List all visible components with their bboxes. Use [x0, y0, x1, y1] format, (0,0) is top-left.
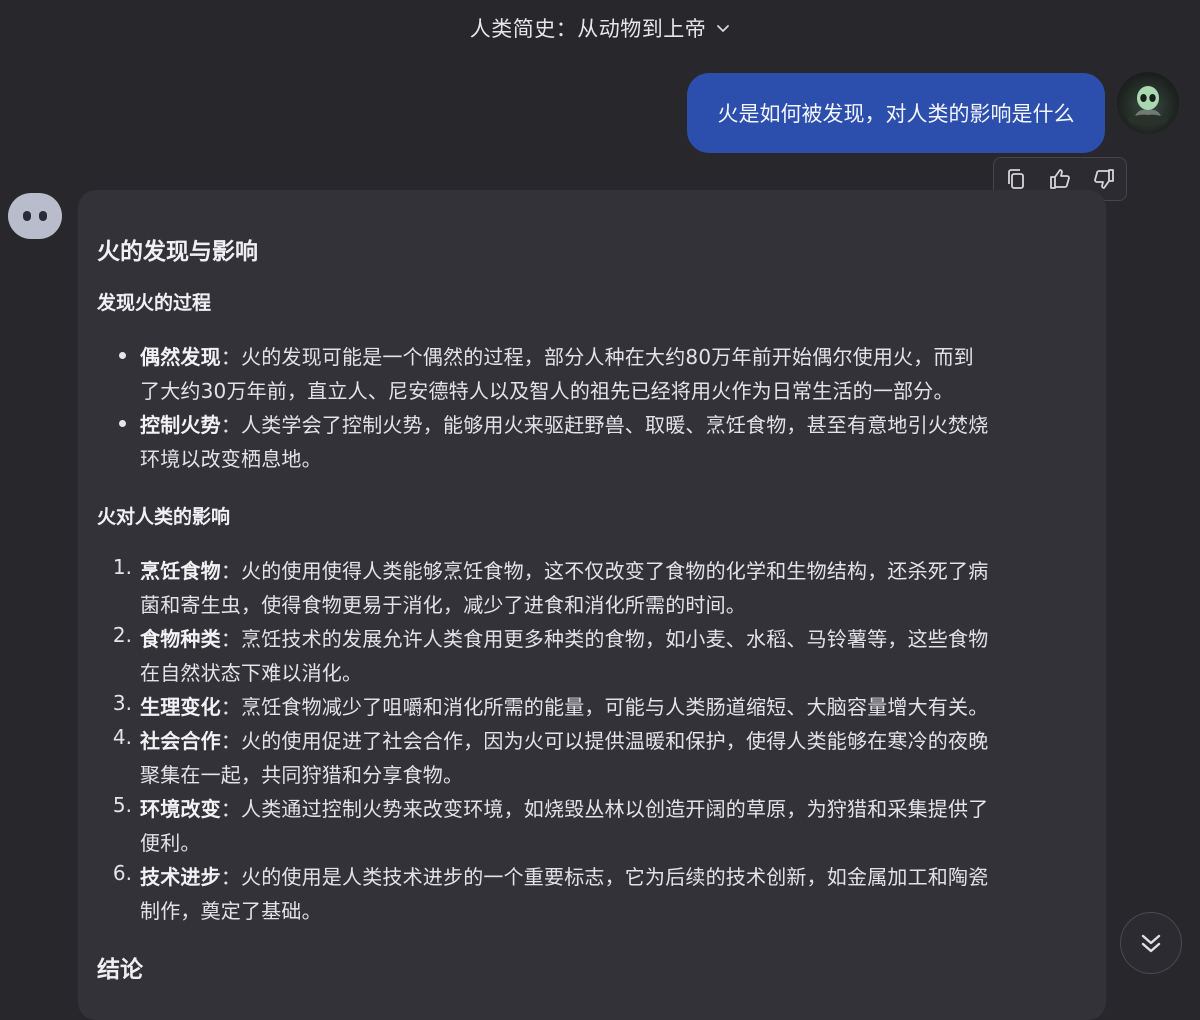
assistant-avatar [8, 193, 62, 239]
avatar-eye-left [23, 211, 31, 221]
item-text: ：人类通过控制火势来改变环境，如烧毁丛林以创造开阔的草原，为狩猎和采集提供了 [220, 797, 989, 821]
bullet-term: 控制火势 [140, 413, 221, 437]
alien-avatar-icon [1128, 86, 1168, 126]
item-text-cont: 便利。 [140, 831, 201, 855]
thumbs-down-button[interactable] [1089, 164, 1119, 194]
bullet-text: ：人类学会了控制火势，能够用火来驱赶野兽、取暖、烹饪食物，甚至有意地引火焚烧 [220, 413, 989, 437]
list-item: 偶然发现：火的发现可能是一个偶然的过程，部分人种在大约80万年前开始偶尔使用火，… [140, 341, 974, 370]
list-item: 生理变化：烹饪食物减少了咀嚼和消化所需的能量，可能与人类肠道缩短、大脑容量增大有… [140, 691, 988, 720]
list-number: 1. [112, 555, 132, 579]
conversation-title-dropdown[interactable]: 人类简史：从动物到上帝 [470, 13, 731, 43]
section-heading-conclusion: 结论 [97, 957, 143, 983]
bullet-text-cont: 环境以改变栖息地。 [140, 447, 322, 471]
list-item: 环境改变：人类通过控制火势来改变环境，如烧毁丛林以创造开阔的草原，为狩猎和采集提… [140, 793, 988, 822]
copy-icon [1008, 169, 1024, 189]
thumbs-up-icon [1050, 169, 1070, 189]
answer-title: 火的发现与影响 [97, 239, 258, 265]
list-item: 技术进步：火的使用是人类技术进步的一个重要标志，它为后续的技术创新，如金属加工和… [140, 861, 988, 890]
scroll-to-bottom-button[interactable] [1120, 912, 1182, 974]
thumbs-down-icon [1094, 169, 1114, 189]
list-item: 食物种类：烹饪技术的发展允许人类食用更多种类的食物，如小麦、水稻、马铃薯等，这些… [140, 623, 988, 652]
item-text: ：火的使用是人类技术进步的一个重要标志，它为后续的技术创新，如金属加工和陶瓷 [220, 865, 989, 889]
double-chevron-down-icon [1141, 934, 1161, 953]
list-number: 5. [112, 793, 132, 817]
list-number: 4. [112, 725, 132, 749]
conversation-title: 人类简史：从动物到上帝 [469, 17, 707, 41]
user-message-bubble: 火是如何被发现，对人类的影响是什么 [687, 73, 1105, 153]
item-text-cont: 聚集在一起，共同狩猎和分享食物。 [140, 763, 464, 787]
item-text: ：火的使用使得人类能够烹饪食物，这不仅改变了食物的化学和生物结构，还杀死了病 [220, 559, 989, 583]
item-term: 社会合作 [140, 729, 221, 753]
bullet-text-cont: 了大约30万年前，直立人、尼安德特人以及智人的祖先已经将用火作为日常生活的一部分… [140, 379, 954, 403]
item-text-cont: 在自然状态下难以消化。 [140, 661, 363, 685]
list-item: 社会合作：火的使用促进了社会合作，因为火可以提供温暖和保护，使得人类能够在寒冷的… [140, 725, 988, 754]
list-item: 控制火势：人类学会了控制火势，能够用火来驱赶野兽、取暖、烹饪食物，甚至有意地引火… [140, 409, 988, 438]
item-text-cont: 菌和寄生虫，使得食物更易于消化，减少了进食和消化所需的时间。 [140, 593, 746, 617]
item-term: 技术进步 [140, 865, 221, 889]
item-text: ：烹饪食物减少了咀嚼和消化所需的能量，可能与人类肠道缩短、大脑容量增大有关。 [220, 695, 989, 719]
section-heading-discovery: 发现火的过程 [97, 292, 212, 314]
list-item: 烹饪食物：火的使用使得人类能够烹饪食物，这不仅改变了食物的化学和生物结构，还杀死… [140, 555, 988, 584]
item-term: 烹饪食物 [140, 559, 221, 583]
item-text: ：火的使用促进了社会合作，因为火可以提供温暖和保护，使得人类能够在寒冷的夜晚 [220, 729, 989, 753]
bullet-dot [119, 352, 126, 359]
item-term: 食物种类 [140, 627, 221, 651]
list-number: 3. [112, 691, 132, 715]
bullet-text: ：火的发现可能是一个偶然的过程，部分人种在大约80万年前开始偶尔使用火，而到 [220, 345, 974, 369]
bullet-dot [119, 420, 126, 427]
item-term: 生理变化 [140, 695, 221, 719]
user-message-text: 火是如何被发现，对人类的影响是什么 [717, 102, 1075, 126]
avatar-eye-right [39, 211, 47, 221]
list-number: 2. [112, 623, 132, 647]
chevron-down-icon [717, 25, 730, 32]
item-term: 环境改变 [140, 797, 221, 821]
section-heading-impact: 火对人类的影响 [97, 506, 231, 528]
list-number: 6. [112, 861, 132, 885]
bullet-term: 偶然发现 [140, 345, 221, 369]
conversation-header: 人类简史：从动物到上帝 [0, 0, 1200, 56]
item-text: ：烹饪技术的发展允许人类食用更多种类的食物，如小麦、水稻、马铃薯等，这些食物 [220, 627, 989, 651]
user-avatar[interactable] [1117, 72, 1179, 134]
item-text-cont: 制作，奠定了基础。 [140, 899, 322, 923]
